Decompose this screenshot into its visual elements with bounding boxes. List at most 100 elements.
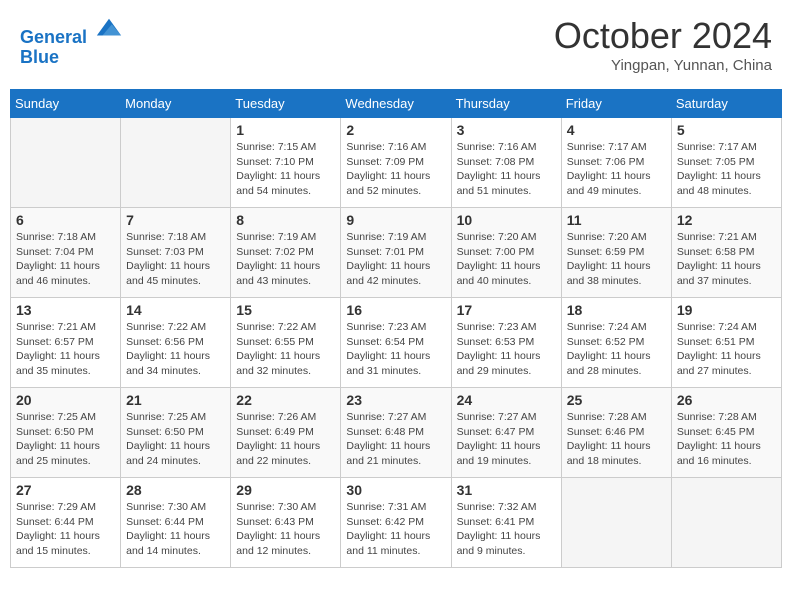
calendar-cell: 18 Sunrise: 7:24 AMSunset: 6:52 PMDayligh…: [561, 298, 671, 388]
day-info: Sunrise: 7:23 AMSunset: 6:53 PMDaylight:…: [457, 320, 556, 379]
logo-text: General: [20, 15, 123, 48]
day-info: Sunrise: 7:22 AMSunset: 6:55 PMDaylight:…: [236, 320, 335, 379]
day-number: 26: [677, 392, 776, 408]
calendar-cell: 1 Sunrise: 7:15 AMSunset: 7:10 PMDaylight…: [231, 118, 341, 208]
calendar-cell: 2 Sunrise: 7:16 AMSunset: 7:09 PMDaylight…: [341, 118, 451, 208]
title-block: October 2024 Yingpan, Yunnan, China: [554, 15, 772, 74]
calendar-cell: 21 Sunrise: 7:25 AMSunset: 6:50 PMDayligh…: [121, 388, 231, 478]
calendar-cell: 11 Sunrise: 7:20 AMSunset: 6:59 PMDayligh…: [561, 208, 671, 298]
day-info: Sunrise: 7:22 AMSunset: 6:56 PMDaylight:…: [126, 320, 225, 379]
logo: General Blue: [20, 15, 123, 68]
day-number: 20: [16, 392, 115, 408]
day-number: 4: [567, 122, 666, 138]
calendar-week-4: 20 Sunrise: 7:25 AMSunset: 6:50 PMDayligh…: [11, 388, 782, 478]
calendar-cell: 30 Sunrise: 7:31 AMSunset: 6:42 PMDayligh…: [341, 478, 451, 568]
day-number: 1: [236, 122, 335, 138]
calendar-cell: 29Sunrise: 7:30 AMSunset: 6:43 PMDayligh…: [231, 478, 341, 568]
day-info: Sunrise: 7:28 AMSunset: 6:46 PMDaylight:…: [567, 410, 666, 469]
calendar-week-5: 27 Sunrise: 7:29 AMSunset: 6:44 PMDayligh…: [11, 478, 782, 568]
day-number: 22: [236, 392, 335, 408]
day-number: 12: [677, 212, 776, 228]
day-number: 7: [126, 212, 225, 228]
day-info: Sunrise: 7:30 AMSunset: 6:44 PMDaylight:…: [126, 500, 225, 559]
weekday-header-thursday: Thursday: [451, 90, 561, 118]
calendar-cell: 26Sunrise: 7:28 AMSunset: 6:45 PMDayligh…: [671, 388, 781, 478]
calendar-cell: [121, 118, 231, 208]
day-number: 11: [567, 212, 666, 228]
day-info: Sunrise: 7:26 AMSunset: 6:49 PMDaylight:…: [236, 410, 335, 469]
day-info: Sunrise: 7:18 AMSunset: 7:04 PMDaylight:…: [16, 230, 115, 289]
day-number: 13: [16, 302, 115, 318]
day-number: 30: [346, 482, 445, 498]
calendar-cell: 27 Sunrise: 7:29 AMSunset: 6:44 PMDayligh…: [11, 478, 121, 568]
day-info: Sunrise: 7:27 AMSunset: 6:48 PMDaylight:…: [346, 410, 445, 469]
day-number: 31: [457, 482, 556, 498]
calendar-week-2: 6 Sunrise: 7:18 AMSunset: 7:04 PMDaylight…: [11, 208, 782, 298]
calendar-cell: 22 Sunrise: 7:26 AMSunset: 6:49 PMDayligh…: [231, 388, 341, 478]
day-number: 16: [346, 302, 445, 318]
day-number: 19: [677, 302, 776, 318]
day-info: Sunrise: 7:24 AMSunset: 6:52 PMDaylight:…: [567, 320, 666, 379]
weekday-header-friday: Friday: [561, 90, 671, 118]
day-info: Sunrise: 7:20 AMSunset: 7:00 PMDaylight:…: [457, 230, 556, 289]
day-info: Sunrise: 7:19 AMSunset: 7:01 PMDaylight:…: [346, 230, 445, 289]
day-number: 6: [16, 212, 115, 228]
weekday-header-wednesday: Wednesday: [341, 90, 451, 118]
day-number: 24: [457, 392, 556, 408]
calendar-cell: 12 Sunrise: 7:21 AMSunset: 6:58 PMDayligh…: [671, 208, 781, 298]
logo-blue: Blue: [20, 48, 123, 68]
calendar-cell: 14Sunrise: 7:22 AMSunset: 6:56 PMDayligh…: [121, 298, 231, 388]
day-info: Sunrise: 7:20 AMSunset: 6:59 PMDaylight:…: [567, 230, 666, 289]
calendar-table: SundayMondayTuesdayWednesdayThursdayFrid…: [10, 89, 782, 568]
weekday-header-saturday: Saturday: [671, 90, 781, 118]
day-number: 23: [346, 392, 445, 408]
calendar-cell: 17 Sunrise: 7:23 AMSunset: 6:53 PMDayligh…: [451, 298, 561, 388]
calendar-cell: 3 Sunrise: 7:16 AMSunset: 7:08 PMDaylight…: [451, 118, 561, 208]
calendar-cell: 16 Sunrise: 7:23 AMSunset: 6:54 PMDayligh…: [341, 298, 451, 388]
calendar-cell: [561, 478, 671, 568]
calendar-week-3: 13Sunrise: 7:21 AMSunset: 6:57 PMDayligh…: [11, 298, 782, 388]
day-info: Sunrise: 7:17 AMSunset: 7:05 PMDaylight:…: [677, 140, 776, 199]
day-info: Sunrise: 7:16 AMSunset: 7:08 PMDaylight:…: [457, 140, 556, 199]
day-info: Sunrise: 7:15 AMSunset: 7:10 PMDaylight:…: [236, 140, 335, 199]
day-number: 18: [567, 302, 666, 318]
day-number: 10: [457, 212, 556, 228]
day-info: Sunrise: 7:21 AMSunset: 6:58 PMDaylight:…: [677, 230, 776, 289]
day-number: 29: [236, 482, 335, 498]
day-number: 27: [16, 482, 115, 498]
day-info: Sunrise: 7:25 AMSunset: 6:50 PMDaylight:…: [16, 410, 115, 469]
calendar-cell: 8 Sunrise: 7:19 AMSunset: 7:02 PMDaylight…: [231, 208, 341, 298]
day-info: Sunrise: 7:27 AMSunset: 6:47 PMDaylight:…: [457, 410, 556, 469]
day-number: 9: [346, 212, 445, 228]
calendar-cell: 31 Sunrise: 7:32 AMSunset: 6:41 PMDayligh…: [451, 478, 561, 568]
day-number: 25: [567, 392, 666, 408]
calendar-cell: 15Sunrise: 7:22 AMSunset: 6:55 PMDayligh…: [231, 298, 341, 388]
calendar-cell: 24 Sunrise: 7:27 AMSunset: 6:47 PMDayligh…: [451, 388, 561, 478]
calendar-cell: 20 Sunrise: 7:25 AMSunset: 6:50 PMDayligh…: [11, 388, 121, 478]
day-info: Sunrise: 7:19 AMSunset: 7:02 PMDaylight:…: [236, 230, 335, 289]
calendar-cell: 28Sunrise: 7:30 AMSunset: 6:44 PMDayligh…: [121, 478, 231, 568]
day-info: Sunrise: 7:25 AMSunset: 6:50 PMDaylight:…: [126, 410, 225, 469]
day-info: Sunrise: 7:31 AMSunset: 6:42 PMDaylight:…: [346, 500, 445, 559]
day-number: 3: [457, 122, 556, 138]
day-info: Sunrise: 7:16 AMSunset: 7:09 PMDaylight:…: [346, 140, 445, 199]
calendar-cell: 25 Sunrise: 7:28 AMSunset: 6:46 PMDayligh…: [561, 388, 671, 478]
calendar-cell: 5Sunrise: 7:17 AMSunset: 7:05 PMDaylight…: [671, 118, 781, 208]
weekday-header-monday: Monday: [121, 90, 231, 118]
calendar-cell: 4 Sunrise: 7:17 AMSunset: 7:06 PMDaylight…: [561, 118, 671, 208]
day-number: 21: [126, 392, 225, 408]
calendar-cell: [671, 478, 781, 568]
day-number: 8: [236, 212, 335, 228]
day-number: 17: [457, 302, 556, 318]
calendar-cell: 7 Sunrise: 7:18 AMSunset: 7:03 PMDaylight…: [121, 208, 231, 298]
day-number: 2: [346, 122, 445, 138]
day-info: Sunrise: 7:32 AMSunset: 6:41 PMDaylight:…: [457, 500, 556, 559]
calendar-week-1: 1 Sunrise: 7:15 AMSunset: 7:10 PMDaylight…: [11, 118, 782, 208]
weekday-header-row: SundayMondayTuesdayWednesdayThursdayFrid…: [11, 90, 782, 118]
calendar-cell: 19Sunrise: 7:24 AMSunset: 6:51 PMDayligh…: [671, 298, 781, 388]
day-info: Sunrise: 7:18 AMSunset: 7:03 PMDaylight:…: [126, 230, 225, 289]
day-info: Sunrise: 7:29 AMSunset: 6:44 PMDaylight:…: [16, 500, 115, 559]
page-header: General Blue October 2024 Yingpan, Yunna…: [10, 10, 782, 79]
day-info: Sunrise: 7:17 AMSunset: 7:06 PMDaylight:…: [567, 140, 666, 199]
day-info: Sunrise: 7:23 AMSunset: 6:54 PMDaylight:…: [346, 320, 445, 379]
